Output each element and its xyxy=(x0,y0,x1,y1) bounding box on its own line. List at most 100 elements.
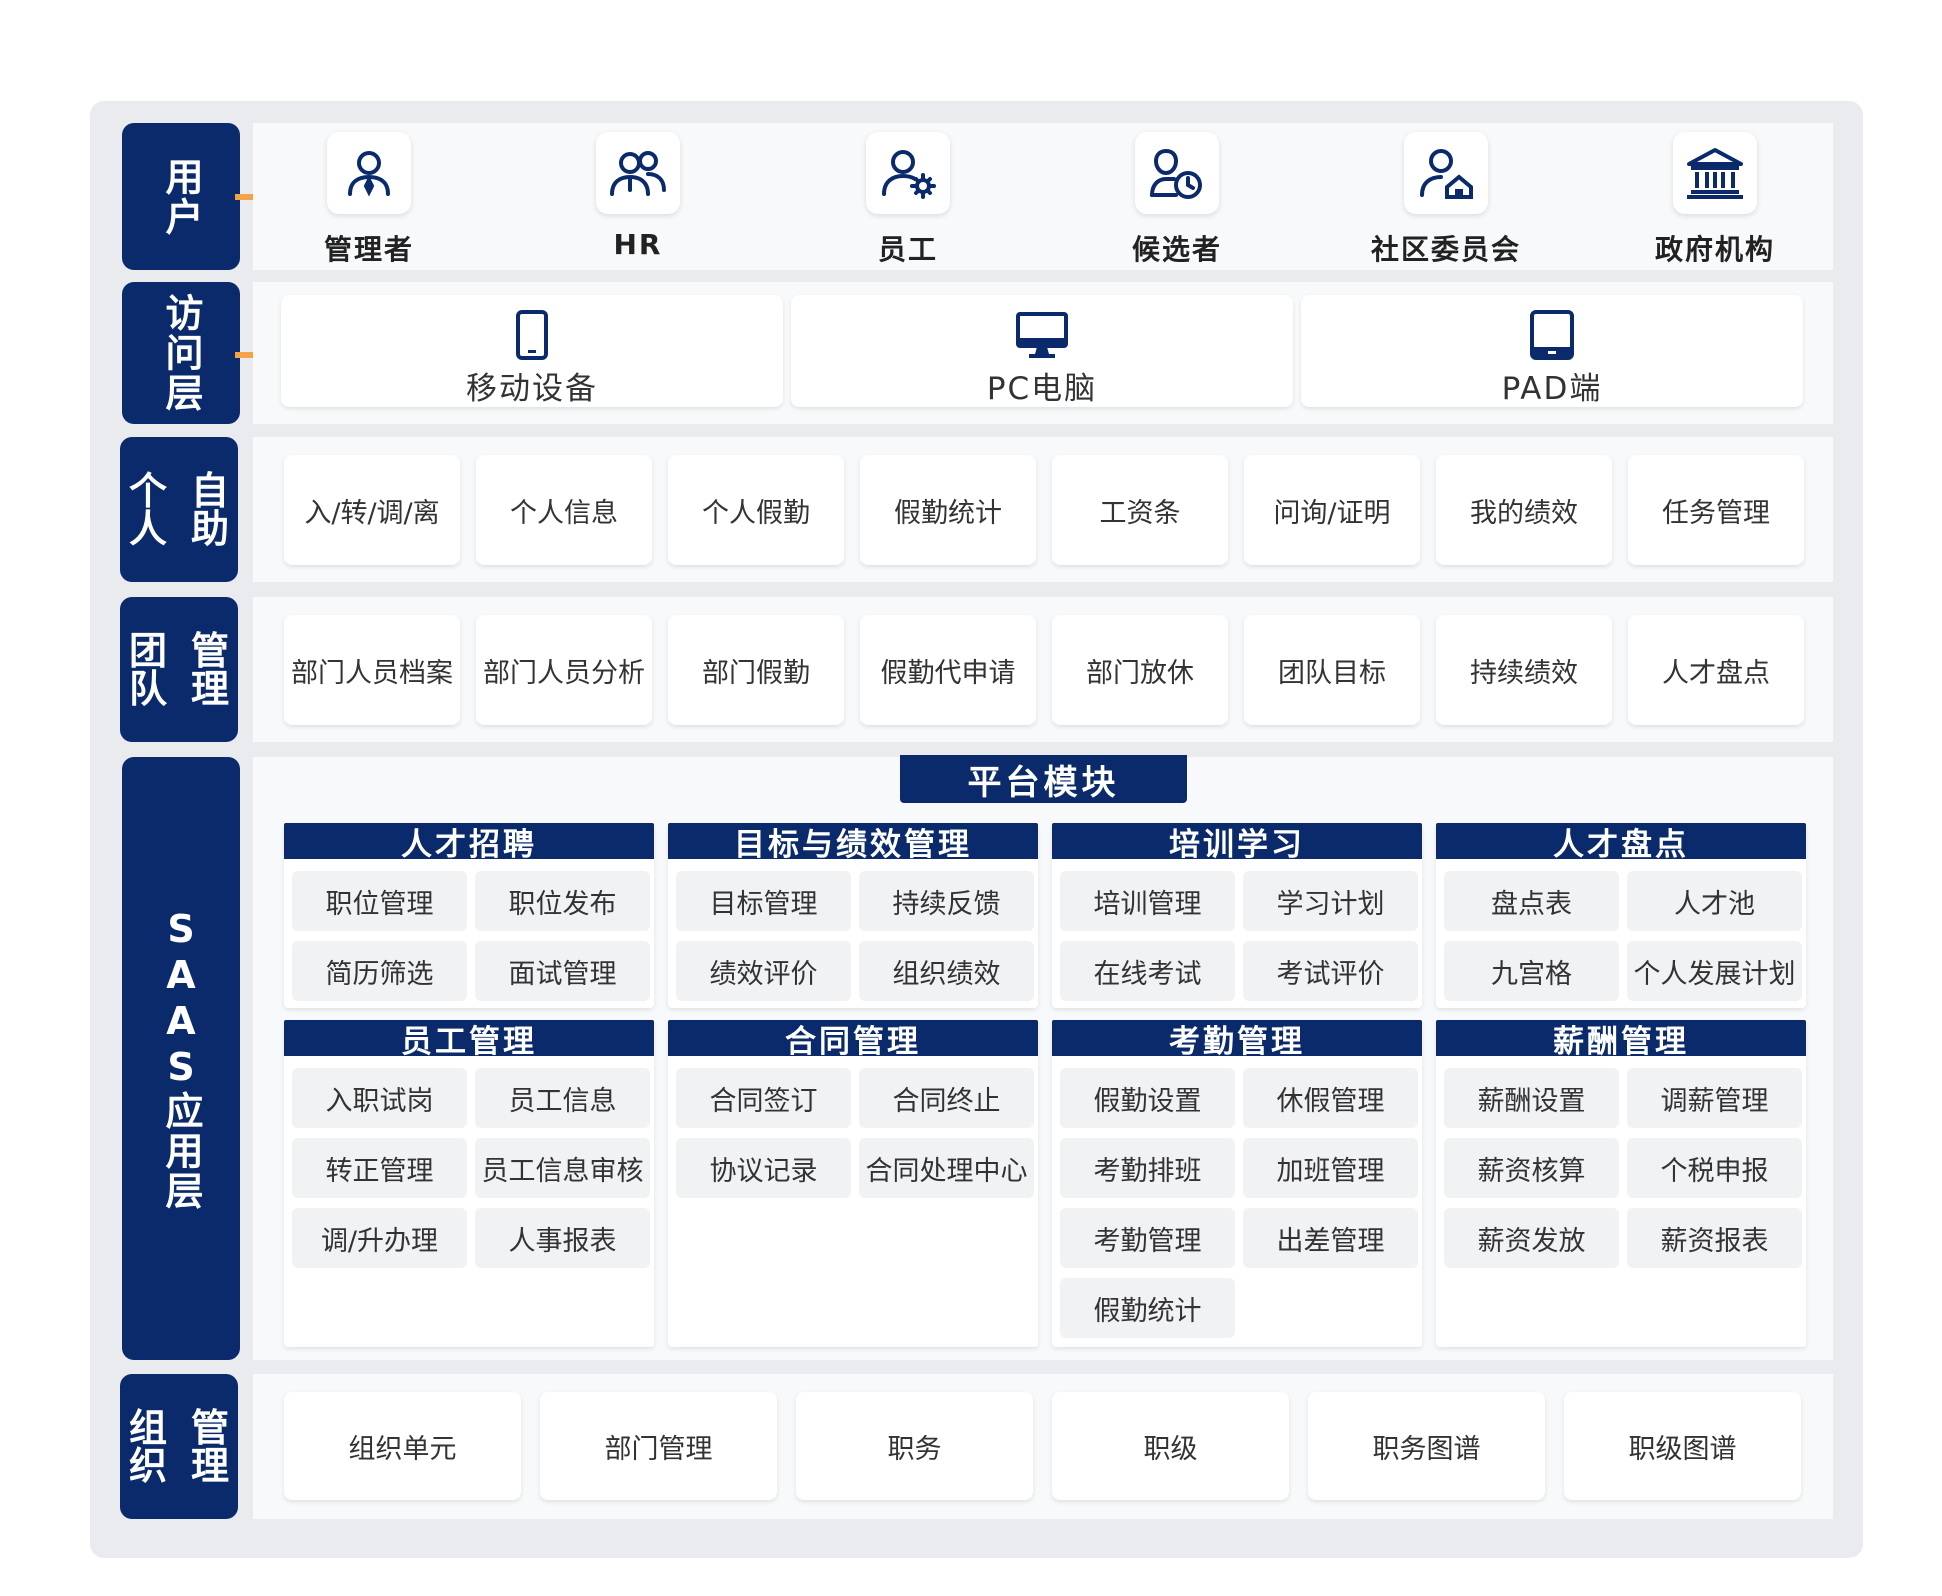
module-recruitment: 人才招聘 职位管理 职位发布 简历筛选 面试管理 xyxy=(284,823,654,1008)
module-item: 考试评价 xyxy=(1243,941,1418,1001)
access-pc: PC电脑 xyxy=(791,295,1293,407)
module-title: 人才招聘 xyxy=(284,823,654,863)
module-performance: 目标与绩效管理 目标管理 持续反馈 绩效评价 组织绩效 xyxy=(668,823,1038,1008)
module-item: 持续反馈 xyxy=(859,871,1034,931)
module-item: 绩效评价 xyxy=(676,941,851,1001)
module-item: 薪资报表 xyxy=(1627,1208,1802,1268)
layer-label-users: 用户 xyxy=(159,156,203,237)
module-item: 调/升办理 xyxy=(292,1208,467,1268)
module-title: 考勤管理 xyxy=(1052,1020,1422,1060)
layer-tag-users: 用户 xyxy=(122,123,240,270)
module-item: 出差管理 xyxy=(1243,1208,1418,1268)
module-item: 薪酬设置 xyxy=(1444,1068,1619,1128)
user-government: 政府机构 xyxy=(1600,132,1830,268)
layer-label-access: 访问层 xyxy=(159,293,203,413)
user-label: 管理者 xyxy=(323,233,414,266)
module-item: 人事报表 xyxy=(475,1208,650,1268)
admin-user-icon xyxy=(348,151,390,197)
org-card: 部门管理 xyxy=(540,1392,777,1500)
module-title: 培训学习 xyxy=(1052,823,1422,863)
module-item: 员工信息审核 xyxy=(475,1138,650,1198)
mobile-icon xyxy=(516,310,548,360)
module-item: 个税申报 xyxy=(1627,1138,1802,1198)
module-item: 薪资核算 xyxy=(1444,1138,1619,1198)
tablet-icon xyxy=(1530,310,1574,360)
module-item: 简历筛选 xyxy=(292,941,467,1001)
module-item: 盘点表 xyxy=(1444,871,1619,931)
org-card: 职务图谱 xyxy=(1308,1392,1545,1500)
platform-title: 平台模块 xyxy=(900,755,1187,803)
module-item: 薪资发放 xyxy=(1444,1208,1619,1268)
team-card: 部门假勤 xyxy=(668,615,844,725)
module-item: 协议记录 xyxy=(676,1138,851,1198)
government-building-icon xyxy=(1687,148,1743,199)
module-item: 合同处理中心 xyxy=(859,1138,1034,1198)
self-service-card: 个人信息 xyxy=(476,455,652,565)
module-item: 加班管理 xyxy=(1243,1138,1418,1198)
self-service-card: 任务管理 xyxy=(1628,455,1804,565)
self-service-card: 假勤统计 xyxy=(860,455,1036,565)
layer-label-saas: SAAS应用层 xyxy=(159,906,203,1211)
team-card: 假勤代申请 xyxy=(860,615,1036,725)
self-service-card: 入/转/调/离 xyxy=(284,455,460,565)
module-item: 个人发展计划 xyxy=(1627,941,1802,1001)
module-title: 薪酬管理 xyxy=(1436,1020,1806,1060)
layer-tag-team: 团队 管理 xyxy=(120,597,238,742)
user-label: 政府机构 xyxy=(1654,233,1775,266)
module-talent-review: 人才盘点 盘点表 人才池 九宫格 个人发展计划 xyxy=(1436,823,1806,1008)
user-admin: 管理者 xyxy=(254,132,484,268)
module-item: 考勤排班 xyxy=(1060,1138,1235,1198)
team-card: 部门放休 xyxy=(1052,615,1228,725)
module-payroll: 薪酬管理 薪酬设置 调薪管理 薪资核算 个税申报 薪资发放 薪资报表 xyxy=(1436,1020,1806,1347)
module-item: 职位发布 xyxy=(475,871,650,931)
module-item: 面试管理 xyxy=(475,941,650,1001)
access-label: PAD端 xyxy=(1501,371,1603,407)
self-service-card: 个人假勤 xyxy=(668,455,844,565)
module-item: 目标管理 xyxy=(676,871,851,931)
self-service-card: 问询/证明 xyxy=(1244,455,1420,565)
access-pad: PAD端 xyxy=(1301,295,1803,407)
module-item: 转正管理 xyxy=(292,1138,467,1198)
org-card: 组织单元 xyxy=(284,1392,521,1500)
layer-tag-saas: SAAS应用层 xyxy=(122,757,240,1360)
access-label: PC电脑 xyxy=(986,371,1098,407)
module-item: 假勤设置 xyxy=(1060,1068,1235,1128)
user-label: 员工 xyxy=(877,233,938,266)
layer-label-self-service: 个人 自助 xyxy=(128,468,229,551)
user-label: 候选者 xyxy=(1131,233,1222,266)
module-employee: 员工管理 入职试岗 员工信息 转正管理 员工信息审核 调/升办理 人事报表 xyxy=(284,1020,654,1347)
module-item: 人才池 xyxy=(1627,871,1802,931)
module-item: 考勤管理 xyxy=(1060,1208,1235,1268)
module-item: 调薪管理 xyxy=(1627,1068,1802,1128)
module-item: 培训管理 xyxy=(1060,871,1235,931)
org-card: 职级 xyxy=(1052,1392,1289,1500)
module-item: 合同签订 xyxy=(676,1068,851,1128)
module-item: 九宫格 xyxy=(1444,941,1619,1001)
module-contract: 合同管理 合同签订 合同终止 协议记录 合同处理中心 xyxy=(668,1020,1038,1347)
module-title: 目标与绩效管理 xyxy=(668,823,1038,863)
team-card: 部门人员档案 xyxy=(284,615,460,725)
access-label: 移动设备 xyxy=(466,371,598,407)
access-mobile: 移动设备 xyxy=(281,295,783,407)
self-service-card: 我的绩效 xyxy=(1436,455,1612,565)
candidate-clock-icon xyxy=(1150,148,1202,199)
user-employee: 员工 xyxy=(793,132,1023,268)
layer-tag-org: 组织 管理 xyxy=(120,1374,238,1519)
layer-tag-access: 访问层 xyxy=(122,282,240,424)
module-item: 组织绩效 xyxy=(859,941,1034,1001)
community-home-icon xyxy=(1420,149,1473,199)
team-card: 部门人员分析 xyxy=(476,615,652,725)
user-hr: HR xyxy=(523,132,753,261)
module-item: 假勤统计 xyxy=(1060,1278,1235,1338)
self-service-card: 工资条 xyxy=(1052,455,1228,565)
org-card: 职务 xyxy=(796,1392,1033,1500)
hr-group-icon xyxy=(610,151,666,196)
module-item: 合同终止 xyxy=(859,1068,1034,1128)
team-card: 团队目标 xyxy=(1244,615,1420,725)
module-item: 职位管理 xyxy=(292,871,467,931)
module-training: 培训学习 培训管理 学习计划 在线考试 考试评价 xyxy=(1052,823,1422,1008)
module-item: 休假管理 xyxy=(1243,1068,1418,1128)
module-item: 入职试岗 xyxy=(292,1068,467,1128)
module-title: 合同管理 xyxy=(668,1020,1038,1060)
team-card: 人才盘点 xyxy=(1628,615,1804,725)
